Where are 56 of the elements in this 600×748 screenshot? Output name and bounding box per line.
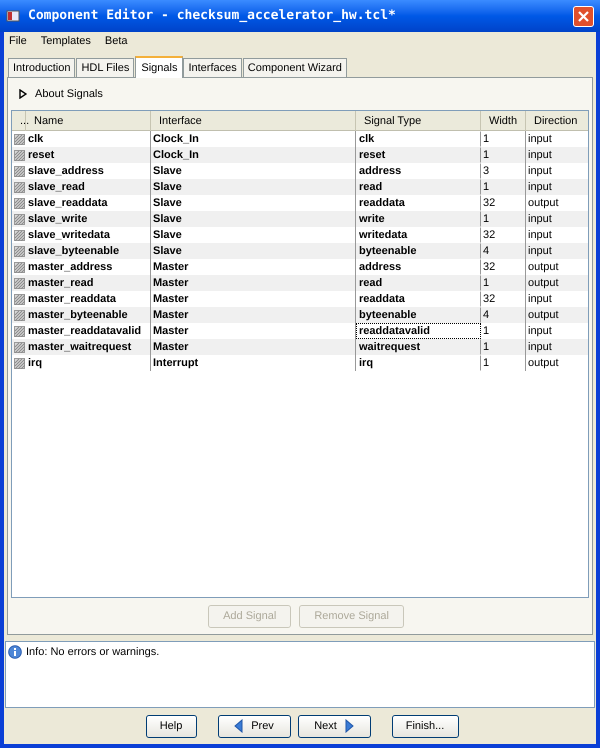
table-cell-text: output (527, 196, 560, 211)
row-handle-icon (14, 358, 24, 368)
app-icon (6, 9, 20, 23)
row-handle-icon (14, 150, 24, 160)
table-cell-text: input (527, 228, 553, 243)
table-cell-text: input (527, 292, 553, 307)
info-icon (8, 645, 22, 660)
row-handle-icon (14, 262, 24, 272)
table-cell-text: output (527, 308, 560, 323)
expand-arrow-icon[interactable] (19, 89, 27, 99)
table-cell-text: input (527, 340, 553, 355)
window-title: Component Editor - checksum_accelerator_hw.tcl* (28, 7, 397, 26)
footer-button[interactable]: Finish... (392, 714, 458, 738)
table-cell-text: input (527, 212, 553, 227)
table-cell-text: output (527, 356, 560, 371)
tab[interactable]: Signals (135, 56, 184, 78)
message-text: Info: No errors or warnings. (26, 645, 160, 660)
table-cell-text: input (527, 180, 553, 195)
table-cell: 1 (481, 355, 526, 371)
row-handle-icon (14, 230, 24, 240)
row-handle-icon (14, 198, 24, 208)
row-handle-icon (14, 214, 24, 224)
row-handle-icon (14, 246, 24, 256)
close-icon (578, 10, 589, 22)
table-cell-text: input (527, 324, 553, 339)
table-cell: Interrupt (151, 355, 356, 371)
table-cell-text: input (527, 164, 553, 179)
row-handle-icon (14, 278, 24, 288)
table-cell: irq (26, 355, 151, 371)
tab[interactable]: Interfaces (183, 58, 242, 77)
menu-item[interactable]: File (9, 32, 27, 50)
row-handle-icon (14, 326, 24, 336)
table-cell: irq (356, 355, 481, 371)
row-handle-icon (14, 134, 24, 144)
row-handle-icon (14, 294, 24, 304)
right-arrow-icon (344, 719, 354, 733)
footer-button[interactable]: Prev (218, 714, 290, 738)
left-arrow-icon (234, 719, 244, 733)
row-handle-icon (14, 166, 24, 176)
table-cell-text: input (527, 148, 553, 163)
footer-button[interactable]: Help (146, 714, 196, 738)
table-cell-text: input (527, 132, 553, 147)
table-cell-text: output (527, 276, 560, 291)
tab[interactable]: Introduction (8, 58, 76, 77)
table-cell-text: input (527, 244, 553, 259)
section-title[interactable]: About Signals (35, 86, 103, 102)
table-cell-text: output (527, 260, 560, 275)
row-handle-icon (14, 310, 24, 320)
row-handle-icon (14, 342, 24, 352)
menu-item[interactable]: Templates (40, 32, 91, 50)
tab[interactable]: HDL Files (76, 58, 134, 77)
close-button[interactable] (573, 6, 594, 26)
row-handle-icon (14, 182, 24, 192)
tab[interactable]: Component Wizard (242, 58, 347, 77)
footer-button[interactable]: Next (298, 714, 370, 738)
menu-item[interactable]: Beta (104, 32, 128, 50)
